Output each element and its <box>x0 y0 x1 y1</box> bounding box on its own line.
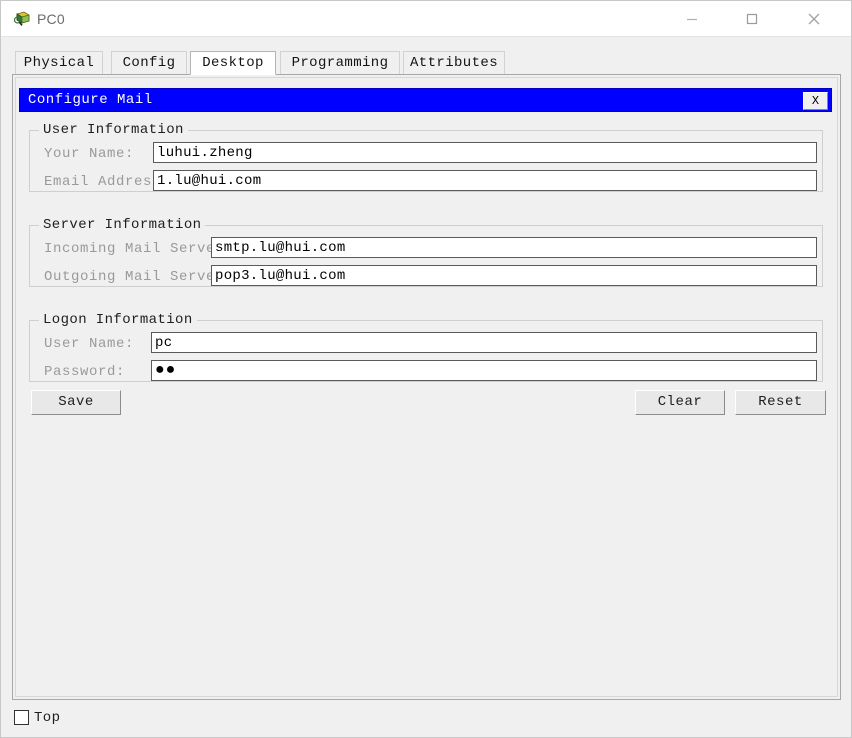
tab-attributes[interactable]: Attributes <box>403 51 505 75</box>
label-user-name: User Name: <box>44 336 135 352</box>
label-outgoing-mail-server: Outgoing Mail Server <box>44 269 225 285</box>
label-incoming-mail-server: Incoming Mail Server <box>44 241 225 257</box>
tab-programming[interactable]: Programming <box>280 51 400 75</box>
top-checkbox-label: Top <box>34 710 61 726</box>
label-email-address: Email Address <box>44 174 162 190</box>
group-title-server-information: Server Information <box>39 217 206 233</box>
tabstrip: Physical Config Desktop Programming Attr… <box>12 51 841 75</box>
pc-device-icon <box>13 10 31 28</box>
clear-button[interactable]: Clear <box>635 390 725 415</box>
group-title-user-information: User Information <box>39 122 188 138</box>
configure-mail-dialog: Configure Mail X User Information Your N… <box>19 88 832 433</box>
input-outgoing-mail-server[interactable] <box>211 265 817 286</box>
label-your-name: Your Name: <box>44 146 135 162</box>
reset-button[interactable]: Reset <box>735 390 826 415</box>
window-title: PC0 <box>37 11 65 27</box>
top-checkbox[interactable] <box>14 710 29 725</box>
input-password[interactable]: ●● <box>151 360 817 381</box>
content-inner-frame: Configure Mail X User Information Your N… <box>15 77 838 697</box>
tab-config[interactable]: Config <box>111 51 187 75</box>
dialog-close-button[interactable]: X <box>803 92 828 110</box>
label-password: Password: <box>44 364 126 380</box>
group-title-logon-information: Logon Information <box>39 312 197 328</box>
dialog-title: Configure Mail <box>28 92 153 108</box>
group-user-information: User Information Your Name: Email Addres… <box>29 122 823 192</box>
input-your-name[interactable] <box>153 142 817 163</box>
dialog-titlebar: Configure Mail X <box>19 88 832 112</box>
window-titlebar: PC0 <box>1 1 851 37</box>
desktop-content-panel: Configure Mail X User Information Your N… <box>12 74 841 700</box>
tab-desktop[interactable]: Desktop <box>190 51 276 75</box>
input-email-address[interactable] <box>153 170 817 191</box>
bottom-bar <box>1 701 851 737</box>
close-icon[interactable] <box>791 1 837 36</box>
group-server-information: Server Information Incoming Mail Server … <box>29 217 823 287</box>
maximize-icon[interactable] <box>729 1 775 36</box>
save-button[interactable]: Save <box>31 390 121 415</box>
minimize-icon[interactable] <box>669 1 715 36</box>
pc0-window: PC0 Physical Config Desktop Programming … <box>0 0 852 738</box>
input-incoming-mail-server[interactable] <box>211 237 817 258</box>
tab-physical[interactable]: Physical <box>15 51 103 75</box>
input-user-name[interactable] <box>151 332 817 353</box>
group-logon-information: Logon Information User Name: Password: ●… <box>29 312 823 382</box>
